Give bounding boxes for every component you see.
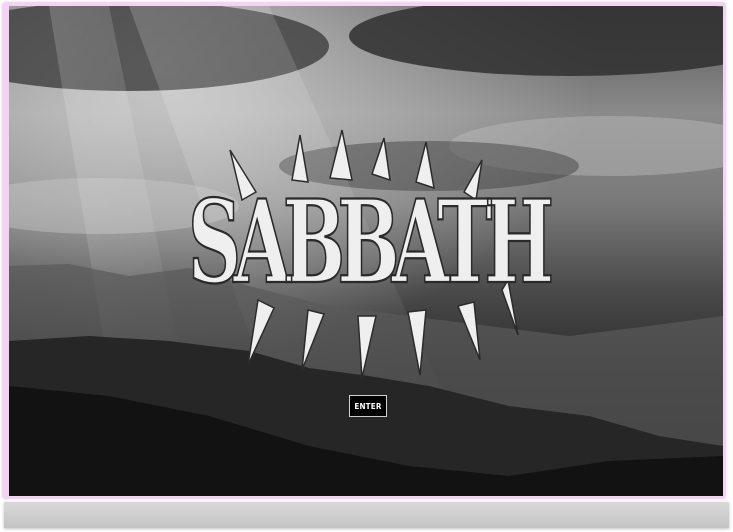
metal-logo-icon: SABBATH — [187, 129, 560, 379]
enter-button[interactable]: ENTER — [349, 395, 387, 417]
bottom-bar — [4, 502, 729, 528]
band-logo: SABBATH — [187, 129, 560, 380]
logo-text: SABBATH — [188, 174, 551, 309]
